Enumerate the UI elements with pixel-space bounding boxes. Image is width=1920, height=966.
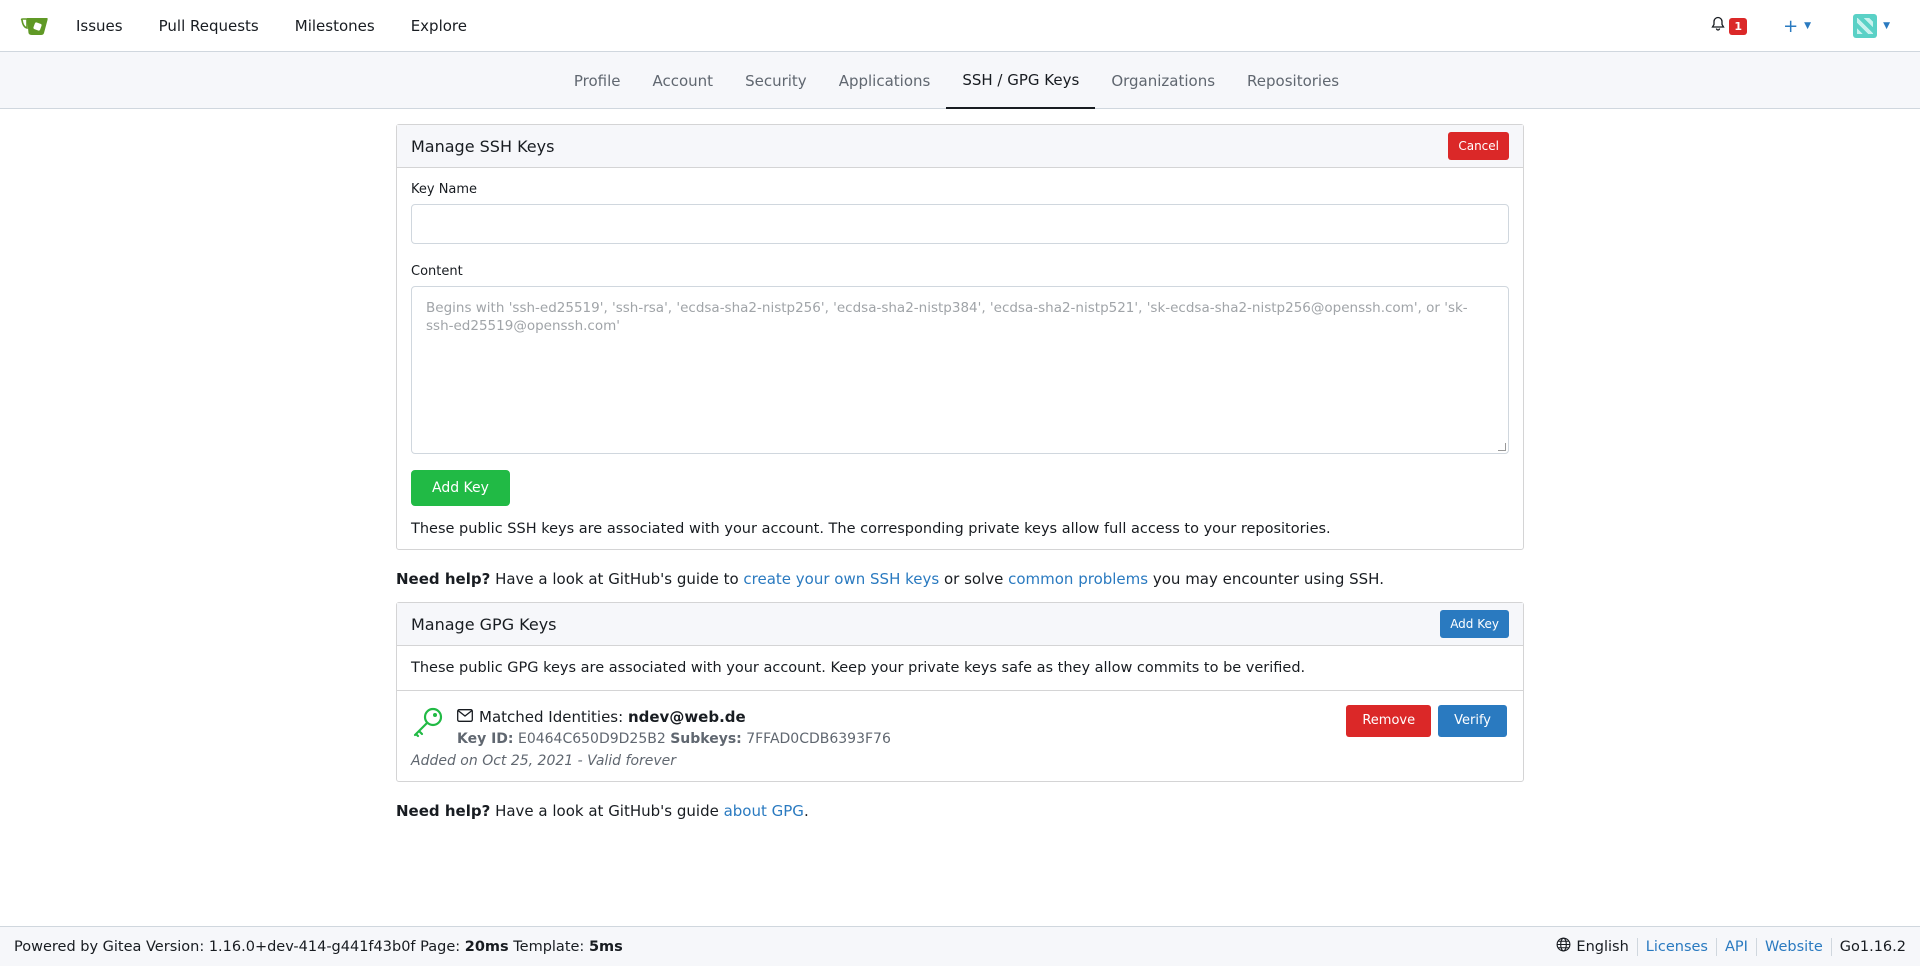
help-text: Have a look at GitHub's guide <box>490 802 724 820</box>
gpg-keys-section: Manage GPG Keys Add Key These public GPG… <box>396 602 1524 782</box>
gpg-key-actions: Remove Verify <box>1346 705 1507 737</box>
key-id-value: E0464C650D9D25B2 <box>517 731 666 747</box>
tab-ssh-gpg-keys[interactable]: SSH / GPG Keys <box>946 52 1096 109</box>
gpg-keys-header: Manage GPG Keys Add Key <box>397 603 1523 646</box>
language-selector[interactable]: English <box>1556 937 1629 956</box>
divider <box>1830 937 1832 956</box>
help-text: . <box>803 802 809 820</box>
subkeys-value: 7FFAD0CDB6393F76 <box>746 731 891 747</box>
divider <box>1636 937 1638 956</box>
ssh-keys-description: These public SSH keys are associated wit… <box>411 521 1331 537</box>
ssh-keys-section: Manage SSH Keys Cancel Key Name Content … <box>396 124 1524 550</box>
resize-handle-icon[interactable] <box>1498 443 1506 451</box>
main-content: Manage SSH Keys Cancel Key Name Content … <box>396 124 1524 834</box>
add-ssh-key-button[interactable]: Add Key <box>411 470 510 506</box>
content-placeholder: Begins with 'ssh-ed25519', 'ssh-rsa', 'e… <box>426 300 1468 334</box>
gpg-key-ids: Key ID: E0464C650D9D25B2 Subkeys: 7FFAD0… <box>457 731 891 747</box>
navbar-right: 1 + ▼ ▼ <box>1710 0 1920 52</box>
gpg-keys-description: These public GPG keys are associated wit… <box>397 646 1523 691</box>
content-label: Content <box>411 264 463 279</box>
chevron-down-icon: ▼ <box>1804 21 1812 31</box>
divider <box>1716 937 1717 956</box>
help-text: you may encounter using SSH. <box>1148 570 1384 588</box>
nav-explore[interactable]: Explore <box>411 17 467 35</box>
tab-organizations[interactable]: Organizations <box>1095 52 1231 109</box>
language-label: English <box>1576 938 1629 955</box>
template-label: Template: <box>508 938 589 955</box>
tab-account[interactable]: Account <box>637 52 730 109</box>
user-menu-dropdown[interactable]: ▼ <box>1853 14 1890 38</box>
footer-version-info: Powered by Gitea Version: 1.16.0+dev-414… <box>14 939 623 955</box>
help-strong: Need help? <box>396 570 491 588</box>
licenses-link[interactable]: Licenses <box>1646 939 1708 955</box>
chevron-down-icon: ▼ <box>1883 21 1890 31</box>
top-navbar: Issues Pull Requests Milestones Explore … <box>0 0 1920 52</box>
gitea-logo[interactable] <box>20 14 50 38</box>
go-version: Go1.16.2 <box>1839 938 1906 955</box>
ssh-keys-header: Manage SSH Keys Cancel <box>397 125 1523 168</box>
mail-icon <box>457 708 473 726</box>
subkeys-label: Subkeys: <box>670 731 742 747</box>
gpg-key-item: Matched Identities: ndev@web.de Key ID: … <box>397 691 1523 781</box>
key-name-input[interactable] <box>411 204 1509 244</box>
ssh-keys-title: Manage SSH Keys <box>411 136 555 156</box>
ssh-help-text: Need help? Have a look at GitHub's guide… <box>396 570 1524 588</box>
nav-pull-requests[interactable]: Pull Requests <box>159 17 259 35</box>
globe-icon <box>1556 937 1571 956</box>
common-problems-link[interactable]: common problems <box>1008 570 1148 588</box>
matched-identities-label: Matched Identities: <box>479 708 624 726</box>
key-icon <box>411 705 445 743</box>
website-link[interactable]: Website <box>1765 939 1823 955</box>
bell-icon <box>1710 16 1726 36</box>
key-content-textarea[interactable]: Begins with 'ssh-ed25519', 'ssh-rsa', 'e… <box>411 286 1509 454</box>
create-ssh-keys-link[interactable]: create your own SSH keys <box>743 570 939 588</box>
key-id-label: Key ID: <box>457 731 514 747</box>
help-strong: Need help? <box>396 802 491 820</box>
nav-milestones[interactable]: Milestones <box>295 17 375 35</box>
api-link[interactable]: API <box>1725 939 1748 955</box>
footer-links: English Licenses API Website Go1.16.2 <box>1556 937 1906 956</box>
remove-gpg-key-button[interactable]: Remove <box>1346 705 1432 737</box>
nav-issues[interactable]: Issues <box>76 17 123 35</box>
add-gpg-key-button[interactable]: Add Key <box>1440 610 1509 638</box>
cancel-button[interactable]: Cancel <box>1448 132 1509 160</box>
create-new-dropdown[interactable]: + ▼ <box>1783 16 1811 37</box>
page-footer: Powered by Gitea Version: 1.16.0+dev-414… <box>0 926 1920 966</box>
notification-count-badge: 1 <box>1729 17 1748 35</box>
verify-gpg-key-button[interactable]: Verify <box>1438 705 1507 737</box>
identity-email: ndev@web.de <box>627 708 746 726</box>
matched-identities: Matched Identities: ndev@web.de <box>457 708 746 726</box>
tab-profile[interactable]: Profile <box>558 52 637 109</box>
gpg-key-added-date: Added on Oct 25, 2021 - Valid forever <box>411 753 677 769</box>
gpg-help-text: Need help? Have a look at GitHub's guide… <box>396 802 1524 820</box>
ssh-key-form: Key Name Content Begins with 'ssh-ed2551… <box>397 168 1523 549</box>
divider <box>1755 937 1757 956</box>
tab-repositories[interactable]: Repositories <box>1231 52 1355 109</box>
tab-security[interactable]: Security <box>729 52 823 109</box>
help-text: Have a look at GitHub's guide to <box>490 570 744 588</box>
plus-icon: + <box>1783 15 1799 37</box>
gpg-keys-title: Manage GPG Keys <box>411 614 557 634</box>
settings-tabs-bar: Profile Account Security Applications SS… <box>0 52 1920 109</box>
about-gpg-link[interactable]: about GPG <box>724 802 804 820</box>
notifications-button[interactable]: 1 <box>1710 16 1748 36</box>
key-name-label: Key Name <box>411 182 478 197</box>
help-text: or solve <box>939 570 1009 588</box>
tab-applications[interactable]: Applications <box>823 52 947 109</box>
template-time: 5ms <box>588 938 623 955</box>
powered-by-text: Powered by Gitea Version: 1.16.0+dev-414… <box>14 938 465 955</box>
page-time: 20ms <box>464 938 509 955</box>
avatar <box>1853 14 1878 38</box>
